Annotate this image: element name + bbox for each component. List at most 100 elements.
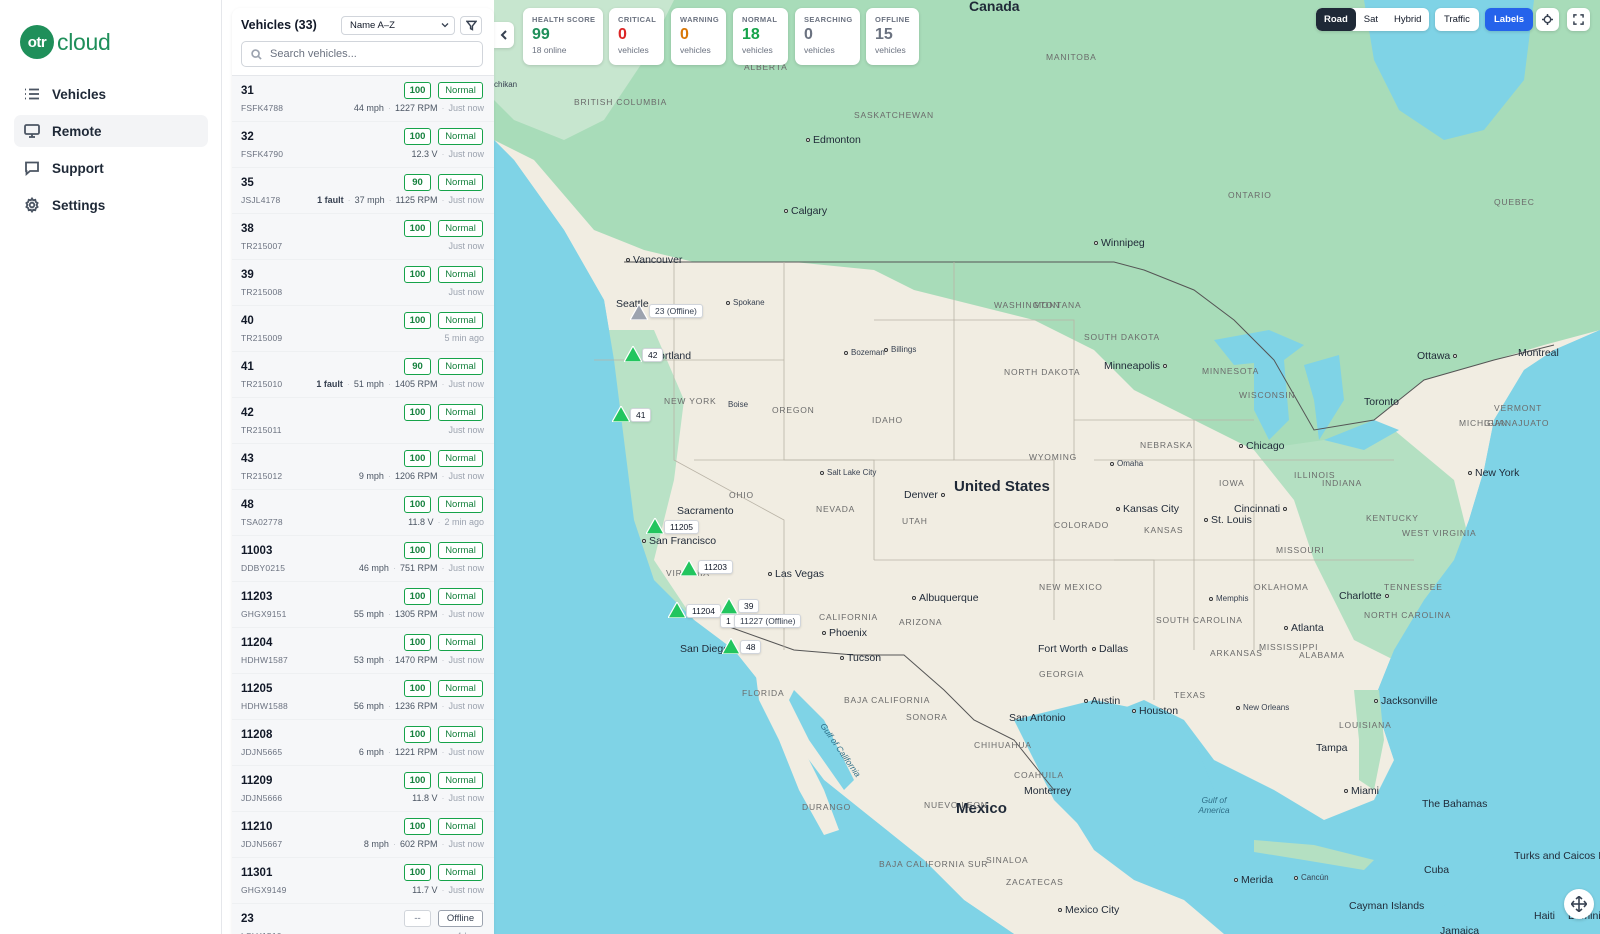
map-label-state: ONTARIO <box>1228 190 1272 200</box>
vehicle-row[interactable]: 43 TR215012 100 Normal 9 mph · 1206 RPM · Just n… <box>232 444 494 490</box>
marker-label[interactable]: 11203 <box>698 560 734 574</box>
vehicle-marker[interactable] <box>610 404 632 423</box>
map-type-road[interactable]: Road <box>1316 8 1356 31</box>
nav-list: Vehicles Remote Support Settings <box>14 78 208 226</box>
nav-item-support[interactable]: Support <box>14 152 208 184</box>
vehicle-marker[interactable] <box>622 344 644 363</box>
nav-item-remote[interactable]: Remote <box>14 115 208 147</box>
map-label-state: OREGON <box>772 405 815 415</box>
stat-card-normal[interactable]: NORMAL 18 vehicles <box>733 8 788 65</box>
vehicle-row[interactable]: 11204 HDHW1587 100 Normal 53 mph · 1470 RPM · Ju… <box>232 628 494 674</box>
traffic-toggle[interactable]: Traffic <box>1435 8 1479 31</box>
vehicle-row[interactable]: 11210 JDJN5667 100 Normal 8 mph · 602 RPM · Just… <box>232 812 494 858</box>
map-label-city: Salt Lake City <box>820 468 876 477</box>
map-label-state: SINALOA <box>986 855 1029 865</box>
map-label-city: Phoenix <box>822 627 867 639</box>
stat-card-offline[interactable]: OFFLINE 15 vehicles <box>866 8 919 65</box>
vehicle-metric: 1236 RPM <box>394 701 438 711</box>
map-label-state: ALABAMA <box>1299 650 1345 660</box>
map-label-state: GEORGIA <box>1039 669 1085 679</box>
chat-icon <box>25 161 39 176</box>
map-label-state: IDAHO <box>872 415 903 425</box>
vehicle-row[interactable]: 48 TSA02778 100 Normal 11.8 V · 2 min ago <box>232 490 494 536</box>
map-type-hybrid[interactable]: Hybrid <box>1386 8 1429 31</box>
marker-label[interactable]: 23 (Offline) <box>649 304 703 318</box>
vehicle-row[interactable]: 11208 JDJN5665 100 Normal 6 mph · 1221 RPM · Jus… <box>232 720 494 766</box>
stat-card-critical[interactable]: CRITICAL 0 vehicles <box>609 8 664 65</box>
vehicle-metric: 37 mph <box>354 195 385 205</box>
vehicle-row[interactable]: 39 TR215008 100 Normal Just now <box>232 260 494 306</box>
vehicle-metric: 1470 RPM <box>394 655 438 665</box>
marker-label[interactable]: 48 <box>740 640 762 654</box>
vehicle-marker[interactable] <box>628 302 650 321</box>
marker-label[interactable]: 11227 (Offline) <box>734 614 802 628</box>
last-seen: Just now <box>448 241 484 251</box>
vehicle-metric: 11.8 V <box>412 793 438 803</box>
brand-logo[interactable]: otr cloud <box>20 24 111 60</box>
search-input[interactable] <box>268 47 468 61</box>
vehicle-row[interactable]: 23LSLY1510--Offline4d ago <box>232 904 494 934</box>
stat-card-health-score[interactable]: HEALTH SCORE 99 18 online <box>523 8 603 65</box>
last-seen: Just now <box>448 379 484 389</box>
health-score-badge: 100 <box>404 772 431 789</box>
recenter-button[interactable] <box>1564 889 1594 919</box>
vehicle-marker[interactable] <box>644 516 666 535</box>
collapse-panel-button[interactable] <box>494 22 514 48</box>
logo-text: cloud <box>57 28 111 55</box>
nav-item-vehicles[interactable]: Vehicles <box>14 78 208 110</box>
nav-item-settings[interactable]: Settings <box>14 189 208 221</box>
health-score-badge: 100 <box>404 726 431 743</box>
vehicle-row[interactable]: 40 TR215009 100 Normal 5 min ago <box>232 306 494 352</box>
map-label-city: New York <box>1468 467 1519 479</box>
vehicle-row[interactable]: 11205 HDHW1588 100 Normal 56 mph · 1236 RPM · Ju… <box>232 674 494 720</box>
map-label-state: CHIHUAHUA <box>974 740 1032 750</box>
vehicle-row[interactable]: 41 TR215010 90 Normal 1 fault · 51 mph · 1405 RP… <box>232 352 494 398</box>
map-label-country: United States <box>954 478 1050 495</box>
marker-label[interactable]: 42 <box>642 348 664 362</box>
map-label-state: SONORA <box>906 712 948 722</box>
status-badge: Normal <box>438 726 483 743</box>
vehicle-row[interactable]: 11209 JDJN5666 100 Normal 11.8 V · Just now <box>232 766 494 812</box>
vehicle-row[interactable]: 31 FSFK4788 100 Normal 44 mph · 1227 RPM · Just … <box>232 76 494 122</box>
vehicle-metric: 602 RPM <box>399 839 438 849</box>
vehicle-row[interactable]: 38 TR215007 100 Normal Just now <box>232 214 494 260</box>
stat-sub: vehicles <box>680 45 711 55</box>
map-label-state: TEXAS <box>1174 690 1206 700</box>
vehicle-id: 11208 <box>241 729 273 741</box>
labels-toggle[interactable]: Labels <box>1485 8 1534 31</box>
map-label-state: QUEBEC <box>1494 197 1535 207</box>
vehicle-id: 42 <box>241 407 254 419</box>
marker-label[interactable]: 11205 <box>664 520 700 534</box>
map-type-sat[interactable]: Sat <box>1356 8 1386 31</box>
marker-label[interactable]: 11204 <box>686 604 722 618</box>
last-seen: Just now <box>448 103 484 113</box>
map-label-city: Edmonton <box>806 134 861 146</box>
stat-card-warning[interactable]: WARNING 0 vehicles <box>671 8 726 65</box>
stat-card-searching[interactable]: SEARCHING 0 vehicles <box>795 8 860 65</box>
map-view[interactable]: Canada United States Mexico BRITISH COLU… <box>494 0 1600 934</box>
marker-triangle-icon <box>666 600 688 619</box>
last-seen: Just now <box>448 287 484 297</box>
last-seen: Just now <box>448 609 484 619</box>
fullscreen-button[interactable] <box>1567 8 1590 31</box>
filter-button[interactable] <box>460 16 482 35</box>
vehicle-row[interactable]: 11203 GHGX9151 100 Normal 55 mph · 1305 RPM · Ju… <box>232 582 494 628</box>
vehicle-metric: 1227 RPM <box>394 103 438 113</box>
marker-label[interactable]: 41 <box>630 408 652 422</box>
vehicle-row[interactable]: 32 FSFK4790 100 Normal 12.3 V · Just now <box>232 122 494 168</box>
sort-select[interactable]: Name A–Z <box>341 16 455 35</box>
vehicle-marker[interactable] <box>718 596 740 615</box>
last-seen: 5 min ago <box>444 333 484 343</box>
vehicle-marker[interactable] <box>678 558 700 577</box>
vehicle-marker[interactable] <box>720 636 742 655</box>
locate-button[interactable] <box>1536 8 1559 31</box>
vehicle-id: 11209 <box>241 775 273 787</box>
vehicle-metric: 8 mph <box>363 839 389 849</box>
vehicle-row[interactable]: 35 JSJL4178 90 Normal 1 fault · 37 mph · 1125 RP… <box>232 168 494 214</box>
map-label-state: MINNESOTA <box>1202 366 1260 376</box>
vehicle-row[interactable]: 42 TR215011 100 Normal Just now <box>232 398 494 444</box>
marker-label[interactable]: 39 <box>738 599 760 613</box>
vehicle-row[interactable]: 11301 GHGX9149 100 Normal 11.7 V · Just now <box>232 858 494 904</box>
vehicle-row[interactable]: 11003 DDBY0215 100 Normal 46 mph · 751 RPM · Jus… <box>232 536 494 582</box>
vehicle-marker[interactable] <box>666 600 688 619</box>
